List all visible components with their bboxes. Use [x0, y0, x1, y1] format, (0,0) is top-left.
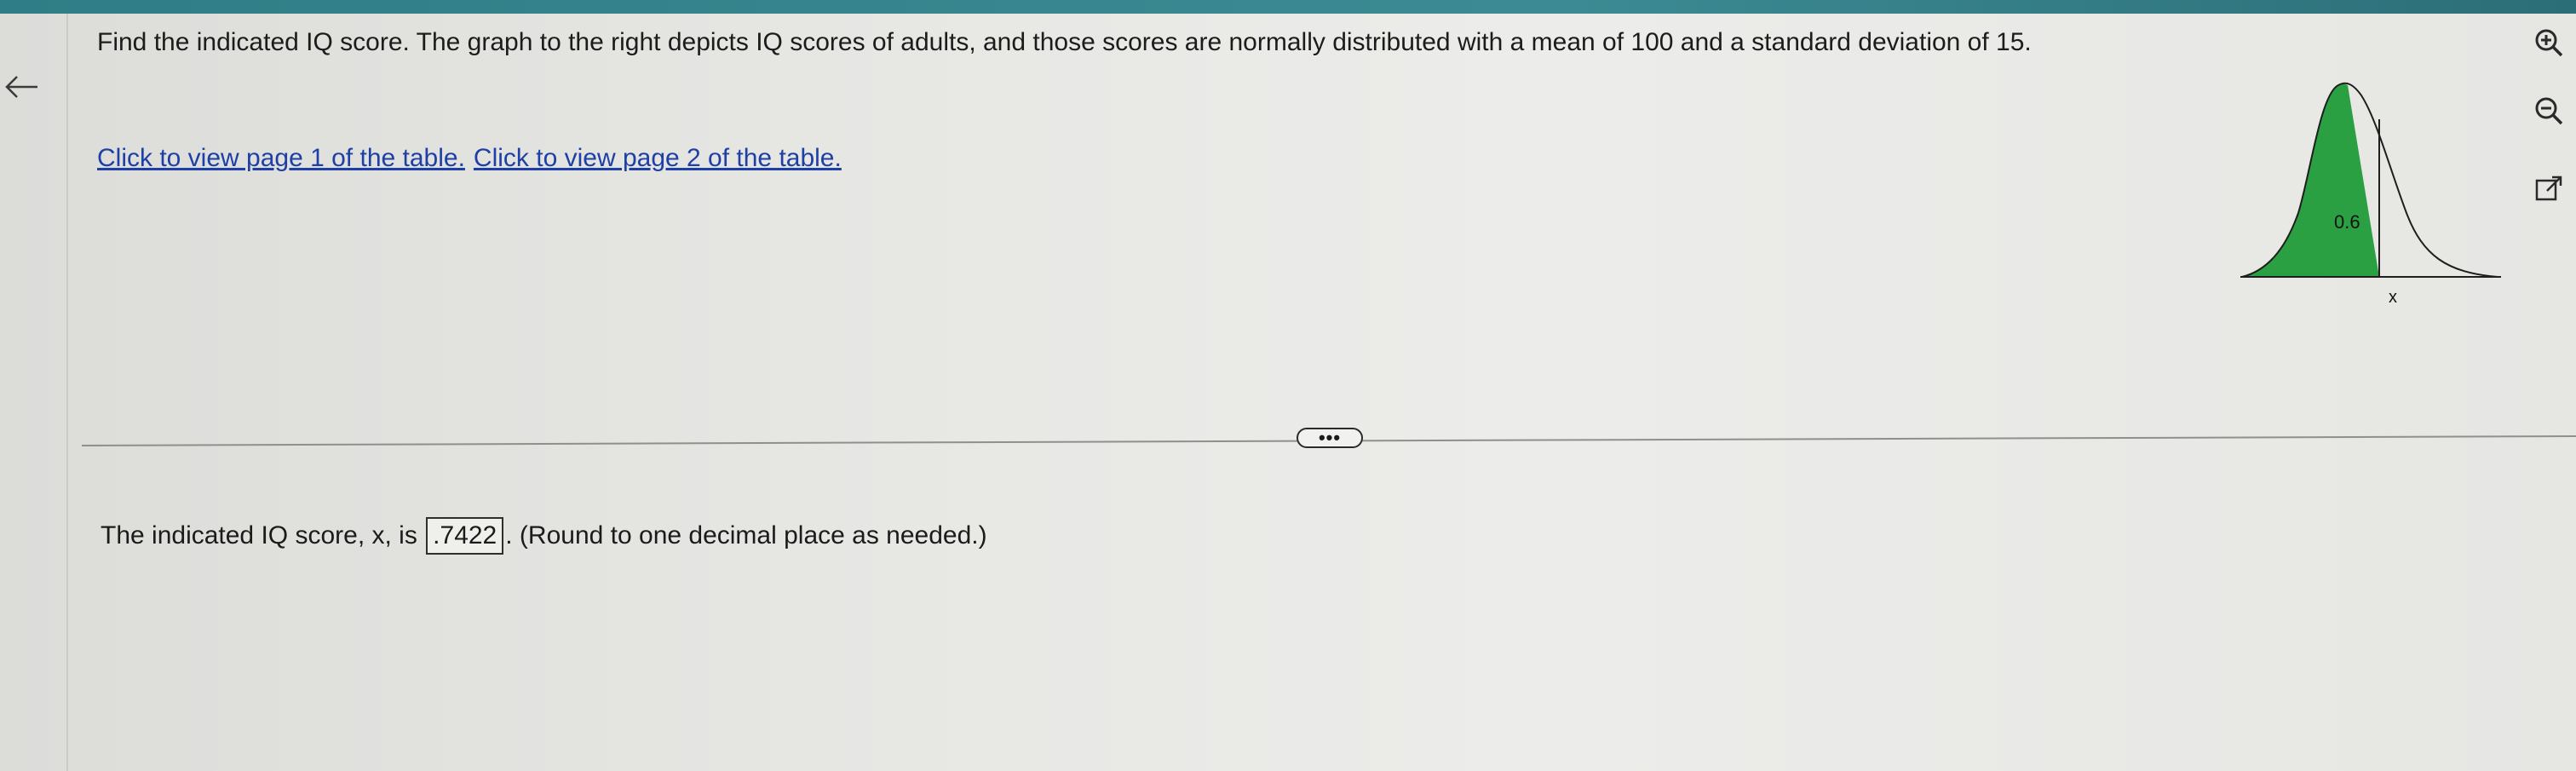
- answer-suffix: . (Round to one decimal place as needed.…: [505, 521, 987, 550]
- back-arrow-icon[interactable]: [2, 66, 43, 107]
- normal-distribution-graph: 0.6 x: [2240, 82, 2501, 307]
- question-text: Find the indicated IQ score. The graph t…: [97, 28, 2032, 56]
- external-link-icon[interactable]: [2532, 172, 2566, 206]
- table-links: Click to view page 1 of the table. Click …: [97, 141, 842, 175]
- x-label: x: [2389, 288, 2397, 307]
- zoom-in-icon[interactable]: [2532, 26, 2566, 60]
- view-table-page-1-link[interactable]: Click to view page 1 of the table.: [97, 144, 465, 172]
- zoom-out-icon[interactable]: [2532, 94, 2566, 128]
- top-bar: [0, 0, 2576, 14]
- right-toolbar: [2521, 15, 2573, 211]
- view-table-page-2-link[interactable]: Click to view page 2 of the table.: [474, 144, 842, 172]
- more-button[interactable]: •••: [1297, 428, 1363, 448]
- area-label: 0.6: [2334, 211, 2360, 233]
- shaded-area: [2242, 83, 2379, 277]
- answer-line: The indicated IQ score, x, is .7422. (Ro…: [101, 514, 987, 557]
- left-gutter: [0, 14, 68, 771]
- answer-input[interactable]: .7422: [426, 517, 504, 555]
- answer-prefix: The indicated IQ score, x, is: [101, 521, 417, 550]
